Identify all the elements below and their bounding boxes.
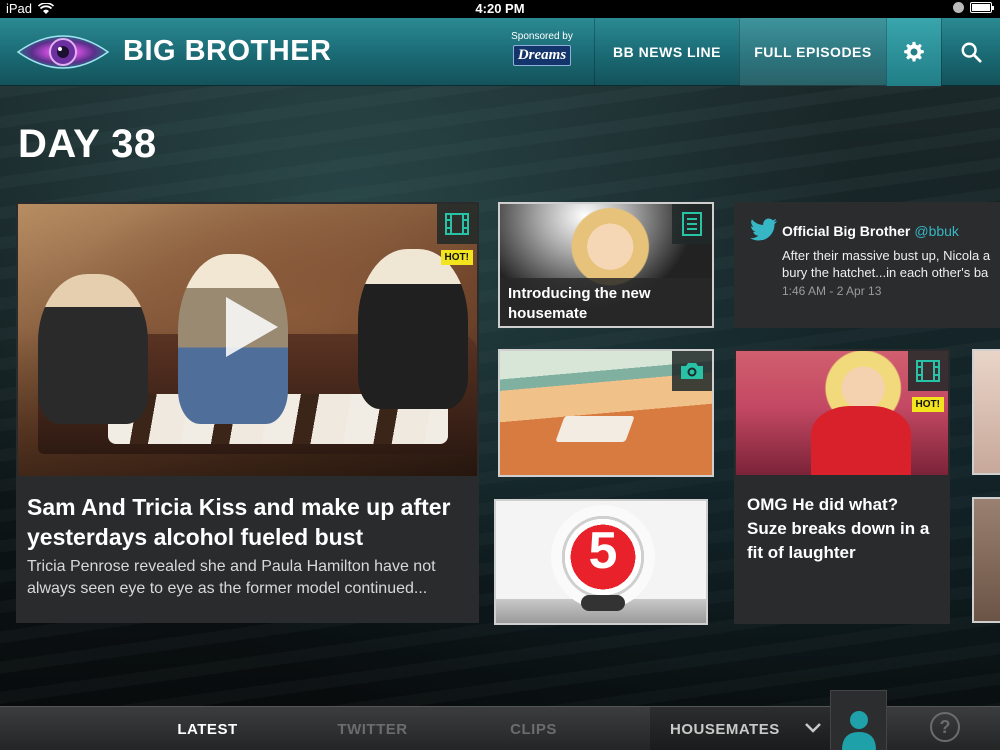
- app-header: BIG BROTHER Sponsored by Dreams BB NEWS …: [0, 18, 1000, 86]
- featured-headline[interactable]: Sam And Tricia Kiss and make up after ye…: [27, 492, 467, 552]
- story-card-suze[interactable]: HOT! OMG He did what? Suze breaks down i…: [734, 349, 950, 624]
- dreams-logo: Dreams: [512, 45, 572, 66]
- tweet-author[interactable]: Official Big Brother: [782, 223, 910, 239]
- gear-icon: [904, 41, 924, 62]
- tweet-card[interactable]: Official Big Brother @bbuk After their ma…: [734, 202, 1000, 328]
- tab-housemates-label: HOUSEMATES: [670, 720, 780, 738]
- battery-icon: [970, 2, 994, 13]
- housemate-figure: [38, 274, 148, 424]
- tweet-text-line: After their massive bust up, Nicola a: [782, 248, 991, 263]
- housemate-figure: [358, 249, 468, 409]
- tweet-text-line: bury the hatchet...in each other's ba: [782, 265, 989, 280]
- chevron-down-icon: [805, 723, 821, 733]
- table-shape: [555, 416, 635, 442]
- photo-badge: [672, 351, 712, 391]
- video-badge: [437, 204, 477, 244]
- sponsor-block[interactable]: Sponsored by Dreams: [503, 31, 581, 66]
- video-badge: [908, 351, 948, 391]
- twitter-bird-icon: [750, 218, 777, 241]
- story-card-channel5[interactable]: 5: [494, 499, 708, 625]
- suze-caption: OMG He did what? Suze breaks down in a f…: [747, 495, 930, 562]
- story-card-house-photos[interactable]: [498, 349, 714, 477]
- new-housemate-caption: Introducing the new housemate: [508, 285, 651, 322]
- help-button[interactable]: ?: [930, 712, 960, 742]
- tweet-handle[interactable]: @bbuk: [914, 223, 959, 239]
- channel5-number: 5: [588, 522, 618, 580]
- sponsor-label: Sponsored by: [511, 31, 573, 42]
- hot-badge: HOT!: [440, 250, 473, 265]
- article-badge: [672, 204, 712, 244]
- camera-icon: [681, 363, 703, 379]
- drum-kit-shape: [581, 595, 625, 611]
- document-icon: [682, 212, 702, 236]
- big-brother-eye-logo[interactable]: [16, 26, 110, 78]
- tab-latest[interactable]: LATEST: [140, 707, 275, 750]
- nav-full-episodes[interactable]: FULL EPISODES: [739, 18, 886, 86]
- page-title: DAY 38: [18, 122, 157, 166]
- tab-clips[interactable]: CLIPS: [466, 707, 601, 750]
- rotation-lock-icon: [953, 2, 964, 13]
- settings-button[interactable]: [886, 18, 941, 86]
- search-icon: [961, 42, 982, 63]
- play-button[interactable]: [226, 297, 278, 357]
- housemates-avatar-button[interactable]: [830, 690, 887, 750]
- status-bar: iPad 4:20 PM: [0, 0, 1000, 18]
- red-shirt-shape: [811, 406, 911, 475]
- app-title: BIG BROTHER: [123, 35, 332, 67]
- film-strip-icon: [916, 360, 940, 382]
- tab-twitter[interactable]: TWITTER: [305, 707, 440, 750]
- film-strip-icon: [445, 213, 469, 235]
- suze-video-thumbnail: HOT!: [736, 351, 948, 475]
- tweet-text: After their massive bust up, Nicola a bu…: [782, 247, 1000, 281]
- person-silhouette-icon: [841, 711, 876, 750]
- story-card-offscreen[interactable]: [972, 349, 1000, 475]
- featured-story-card[interactable]: HOT! Sam And Tricia Kiss and make up aft…: [16, 202, 479, 623]
- status-time: 4:20 PM: [475, 1, 525, 16]
- nav-bb-news-line[interactable]: BB NEWS LINE: [594, 18, 739, 86]
- story-card-new-housemate[interactable]: Introducing the new housemate: [498, 202, 714, 328]
- search-button[interactable]: [941, 18, 1000, 86]
- hot-badge: HOT!: [911, 397, 944, 412]
- featured-summary: Tricia Penrose revealed she and Paula Ha…: [27, 558, 436, 597]
- tab-housemates[interactable]: HOUSEMATES: [650, 707, 830, 750]
- story-card-offscreen[interactable]: [972, 497, 1000, 623]
- featured-video-thumbnail[interactable]: HOT!: [18, 204, 477, 476]
- tweet-timestamp: 1:46 AM - 2 Apr 13: [782, 284, 882, 298]
